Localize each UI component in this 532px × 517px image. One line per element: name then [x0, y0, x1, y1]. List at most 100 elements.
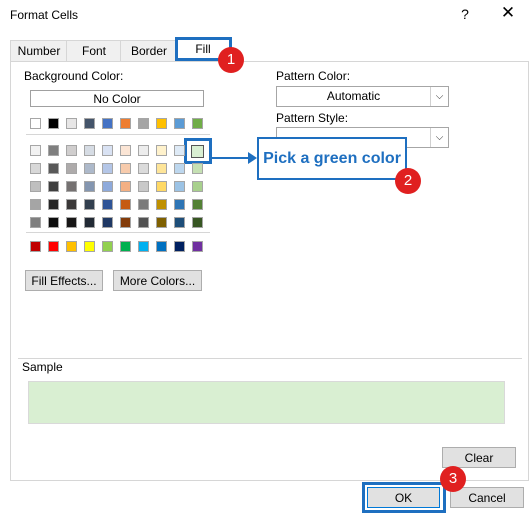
color-swatch[interactable]: [138, 199, 149, 210]
pattern-style-label: Pattern Style:: [276, 111, 349, 125]
color-swatch[interactable]: [30, 118, 41, 129]
color-swatch[interactable]: [156, 217, 167, 228]
color-swatch[interactable]: [48, 217, 59, 228]
cancel-button[interactable]: Cancel: [450, 487, 524, 508]
color-swatch[interactable]: [66, 241, 77, 252]
color-swatch[interactable]: [138, 163, 149, 174]
color-swatch[interactable]: [48, 181, 59, 192]
color-swatch[interactable]: [174, 181, 185, 192]
color-swatch[interactable]: [138, 181, 149, 192]
color-swatch[interactable]: [30, 241, 41, 252]
color-swatch[interactable]: [30, 199, 41, 210]
color-swatch[interactable]: [102, 199, 113, 210]
help-button[interactable]: ?: [458, 6, 472, 22]
color-swatch[interactable]: [66, 199, 77, 210]
chevron-down-icon: ⌵: [430, 128, 448, 147]
palette-divider: [26, 134, 210, 135]
chevron-down-icon: ⌵: [430, 87, 448, 106]
color-swatch[interactable]: [102, 145, 113, 156]
color-swatch[interactable]: [102, 163, 113, 174]
tab-font[interactable]: Font: [66, 40, 122, 61]
callout-arrow-line: [212, 157, 252, 159]
color-swatch[interactable]: [192, 241, 203, 252]
color-swatch[interactable]: [120, 145, 131, 156]
color-swatch[interactable]: [156, 241, 167, 252]
color-swatch[interactable]: [84, 241, 95, 252]
color-swatch[interactable]: [192, 181, 203, 192]
color-swatch[interactable]: [174, 118, 185, 129]
color-swatch[interactable]: [30, 181, 41, 192]
color-swatch[interactable]: [120, 199, 131, 210]
pattern-color-dropdown[interactable]: Automatic ⌵: [276, 86, 449, 107]
tab-number[interactable]: Number: [10, 40, 68, 61]
color-swatch[interactable]: [84, 199, 95, 210]
color-swatch[interactable]: [156, 163, 167, 174]
color-swatch[interactable]: [138, 118, 149, 129]
color-swatch[interactable]: [84, 217, 95, 228]
color-swatch[interactable]: [102, 118, 113, 129]
color-swatch[interactable]: [84, 163, 95, 174]
sample-label: Sample: [22, 360, 67, 374]
palette-divider: [26, 232, 210, 233]
no-color-button[interactable]: No Color: [30, 90, 204, 107]
color-swatch[interactable]: [156, 118, 167, 129]
color-swatch[interactable]: [138, 145, 149, 156]
color-swatch[interactable]: [138, 241, 149, 252]
format-cells-dialog: Format Cells ? ✕ Number Font Border Fill…: [0, 0, 532, 517]
color-swatch[interactable]: [66, 181, 77, 192]
color-swatch[interactable]: [174, 145, 185, 156]
color-swatch[interactable]: [84, 181, 95, 192]
color-swatch[interactable]: [120, 181, 131, 192]
color-swatch[interactable]: [30, 145, 41, 156]
pattern-color-label: Pattern Color:: [276, 69, 351, 83]
color-swatch[interactable]: [174, 217, 185, 228]
background-color-label: Background Color:: [24, 69, 124, 83]
ok-button-highlight: [362, 482, 446, 513]
color-swatch[interactable]: [102, 241, 113, 252]
clear-button[interactable]: Clear: [442, 447, 516, 468]
color-swatch[interactable]: [30, 163, 41, 174]
callout-pick-green: Pick a green color: [257, 137, 407, 180]
selected-green-swatch[interactable]: [191, 145, 204, 158]
color-swatch[interactable]: [102, 217, 113, 228]
color-swatch[interactable]: [30, 217, 41, 228]
color-swatch[interactable]: [48, 118, 59, 129]
color-swatch[interactable]: [192, 118, 203, 129]
color-swatch[interactable]: [120, 118, 131, 129]
pattern-color-value: Automatic: [326, 89, 381, 103]
color-swatch[interactable]: [156, 181, 167, 192]
step-badge-2: 2: [395, 168, 421, 194]
dialog-title: Format Cells: [10, 8, 79, 22]
color-swatch[interactable]: [84, 118, 95, 129]
color-swatch[interactable]: [66, 145, 77, 156]
color-swatch[interactable]: [48, 145, 59, 156]
title-bar: Format Cells ? ✕: [0, 0, 532, 32]
color-swatch[interactable]: [84, 145, 95, 156]
color-swatch[interactable]: [102, 181, 113, 192]
color-swatch[interactable]: [156, 145, 167, 156]
fill-effects-button[interactable]: Fill Effects...: [25, 270, 103, 291]
more-colors-button[interactable]: More Colors...: [113, 270, 202, 291]
tab-border[interactable]: Border: [120, 40, 178, 61]
color-swatch[interactable]: [66, 217, 77, 228]
sample-preview: [28, 381, 505, 424]
color-swatch[interactable]: [192, 217, 203, 228]
color-swatch[interactable]: [120, 241, 131, 252]
color-swatch[interactable]: [66, 163, 77, 174]
color-swatch[interactable]: [48, 163, 59, 174]
color-swatch[interactable]: [138, 217, 149, 228]
color-swatch[interactable]: [174, 241, 185, 252]
color-swatch[interactable]: [48, 241, 59, 252]
arrow-right-icon: [248, 152, 257, 164]
color-swatch[interactable]: [156, 199, 167, 210]
step-badge-1: 1: [218, 47, 244, 73]
color-swatch[interactable]: [66, 118, 77, 129]
color-swatch[interactable]: [192, 199, 203, 210]
color-swatch[interactable]: [192, 163, 203, 174]
color-swatch[interactable]: [48, 199, 59, 210]
color-swatch[interactable]: [120, 217, 131, 228]
close-button[interactable]: ✕: [498, 3, 518, 23]
color-swatch[interactable]: [120, 163, 131, 174]
color-swatch[interactable]: [174, 163, 185, 174]
color-swatch[interactable]: [174, 199, 185, 210]
